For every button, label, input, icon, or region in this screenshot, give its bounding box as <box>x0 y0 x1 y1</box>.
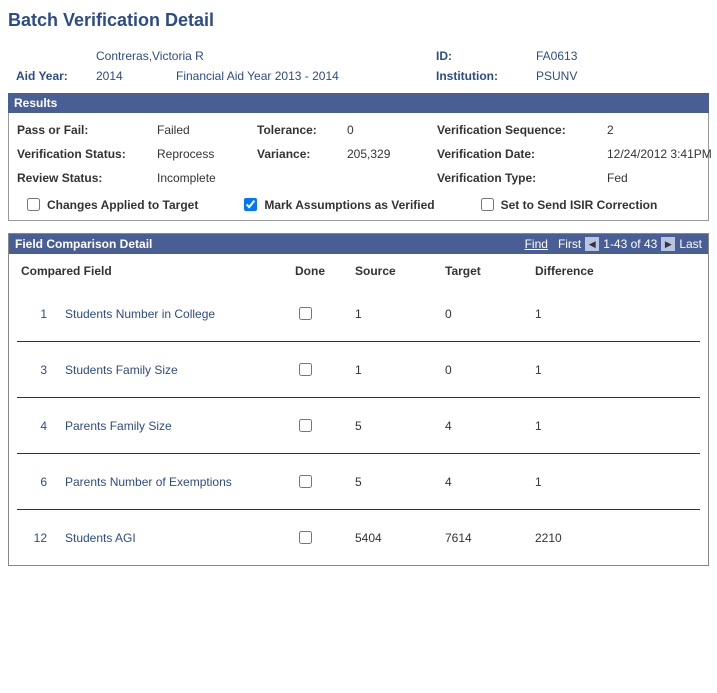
target-value: 4 <box>445 419 535 433</box>
mark-assumptions-checkbox-label: Mark Assumptions as Verified <box>240 195 434 214</box>
source-value: 5 <box>355 475 445 489</box>
review-status-label: Review Status: <box>17 171 157 185</box>
header-block: Contreras,Victoria R ID: FA0613 Aid Year… <box>8 49 709 83</box>
table-row: 1Students Number in College101 <box>9 286 708 341</box>
changes-applied-text: Changes Applied to Target <box>47 198 198 212</box>
tolerance-value: 0 <box>347 123 437 137</box>
done-checkbox[interactable] <box>299 419 312 432</box>
aid-year-value: 2014 <box>96 69 176 83</box>
source-value: 5 <box>355 419 445 433</box>
row-number: 4 <box>15 419 65 433</box>
table-row: 12Students AGI 540476142210 <box>9 510 708 565</box>
field-comparison-header: Field Comparison Detail Find First ◀ 1-4… <box>9 234 708 254</box>
review-status-value: Incomplete <box>157 171 257 185</box>
mark-assumptions-checkbox[interactable] <box>244 198 257 211</box>
nav-first-group: First ◀ 1-43 of 43 ▶ Last <box>558 237 702 251</box>
variance-label: Variance: <box>257 147 347 161</box>
send-isir-checkbox[interactable] <box>481 198 494 211</box>
verif-seq-label: Verification Sequence: <box>437 123 607 137</box>
range-label: 1-43 of 43 <box>603 237 657 251</box>
col-difference: Difference <box>535 264 655 278</box>
page-title: Batch Verification Detail <box>8 10 709 31</box>
col-target: Target <box>445 264 535 278</box>
difference-value: 2210 <box>535 531 655 545</box>
mark-assumptions-text: Mark Assumptions as Verified <box>264 198 434 212</box>
source-value: 5404 <box>355 531 445 545</box>
row-number: 1 <box>15 307 65 321</box>
row-number: 3 <box>15 363 65 377</box>
institution-label: Institution: <box>436 69 536 83</box>
done-checkbox[interactable] <box>299 307 312 320</box>
difference-value: 1 <box>535 307 655 321</box>
field-comparison-section: Field Comparison Detail Find First ◀ 1-4… <box>8 233 709 566</box>
verif-status-label: Verification Status: <box>17 147 157 161</box>
done-checkbox[interactable] <box>299 363 312 376</box>
next-icon[interactable]: ▶ <box>661 237 675 251</box>
done-checkbox[interactable] <box>299 475 312 488</box>
target-value: 7614 <box>445 531 535 545</box>
col-source: Source <box>355 264 445 278</box>
table-row: 4Parents Family Size541 <box>9 398 708 453</box>
row-number: 6 <box>15 475 65 489</box>
field-name-link[interactable]: Students AGI <box>65 531 136 545</box>
institution-value: PSUNV <box>536 69 656 83</box>
student-name: Contreras,Victoria R <box>96 49 436 63</box>
field-name-link[interactable]: Students Number in College <box>65 307 215 321</box>
source-value: 1 <box>355 363 445 377</box>
target-value: 0 <box>445 307 535 321</box>
difference-value: 1 <box>535 475 655 489</box>
difference-value: 1 <box>535 363 655 377</box>
table-header-row: Compared Field Done Source Target Differ… <box>9 254 708 286</box>
done-checkbox[interactable] <box>299 531 312 544</box>
pass-fail-label: Pass or Fail: <box>17 123 157 137</box>
id-label: ID: <box>436 49 536 63</box>
results-box: Pass or Fail: Failed Tolerance: 0 Verifi… <box>8 113 709 221</box>
pass-fail-value: Failed <box>157 123 257 137</box>
send-isir-text: Set to Send ISIR Correction <box>501 198 658 212</box>
source-value: 1 <box>355 307 445 321</box>
verif-type-label: Verification Type: <box>437 171 607 185</box>
comparison-table: Compared Field Done Source Target Differ… <box>9 254 708 565</box>
send-isir-checkbox-label: Set to Send ISIR Correction <box>477 195 658 214</box>
table-row: 3Students Family Size 101 <box>9 342 708 397</box>
field-comparison-title: Field Comparison Detail <box>15 237 152 251</box>
tolerance-label: Tolerance: <box>257 123 347 137</box>
find-link[interactable]: Find <box>525 237 548 251</box>
field-name-link[interactable]: Parents Family Size <box>65 419 172 433</box>
target-value: 0 <box>445 363 535 377</box>
verif-status-value: Reprocess <box>157 147 257 161</box>
difference-value: 1 <box>535 419 655 433</box>
id-value: FA0613 <box>536 49 656 63</box>
verif-seq-value: 2 <box>607 123 717 137</box>
first-label[interactable]: First <box>558 237 581 251</box>
row-number: 12 <box>15 531 65 545</box>
verif-type-value: Fed <box>607 171 717 185</box>
changes-applied-checkbox-label: Changes Applied to Target <box>23 195 198 214</box>
fa-year-description: Financial Aid Year 2013 - 2014 <box>176 69 436 83</box>
changes-applied-checkbox[interactable] <box>27 198 40 211</box>
results-section-header: Results <box>8 93 709 113</box>
field-name-link[interactable]: Parents Number of Exemptions <box>65 475 232 489</box>
aid-year-label: Aid Year: <box>16 69 96 83</box>
verif-date-label: Verification Date: <box>437 147 607 161</box>
target-value: 4 <box>445 475 535 489</box>
last-label[interactable]: Last <box>679 237 702 251</box>
verif-date-value: 12/24/2012 3:41PM <box>607 147 717 161</box>
variance-value: 205,329 <box>347 147 437 161</box>
prev-icon[interactable]: ◀ <box>585 237 599 251</box>
col-compared: Compared Field <box>21 264 295 278</box>
table-row: 6Parents Number of Exemptions 541 <box>9 454 708 509</box>
field-name-link[interactable]: Students Family Size <box>65 363 178 377</box>
col-done: Done <box>295 264 355 278</box>
